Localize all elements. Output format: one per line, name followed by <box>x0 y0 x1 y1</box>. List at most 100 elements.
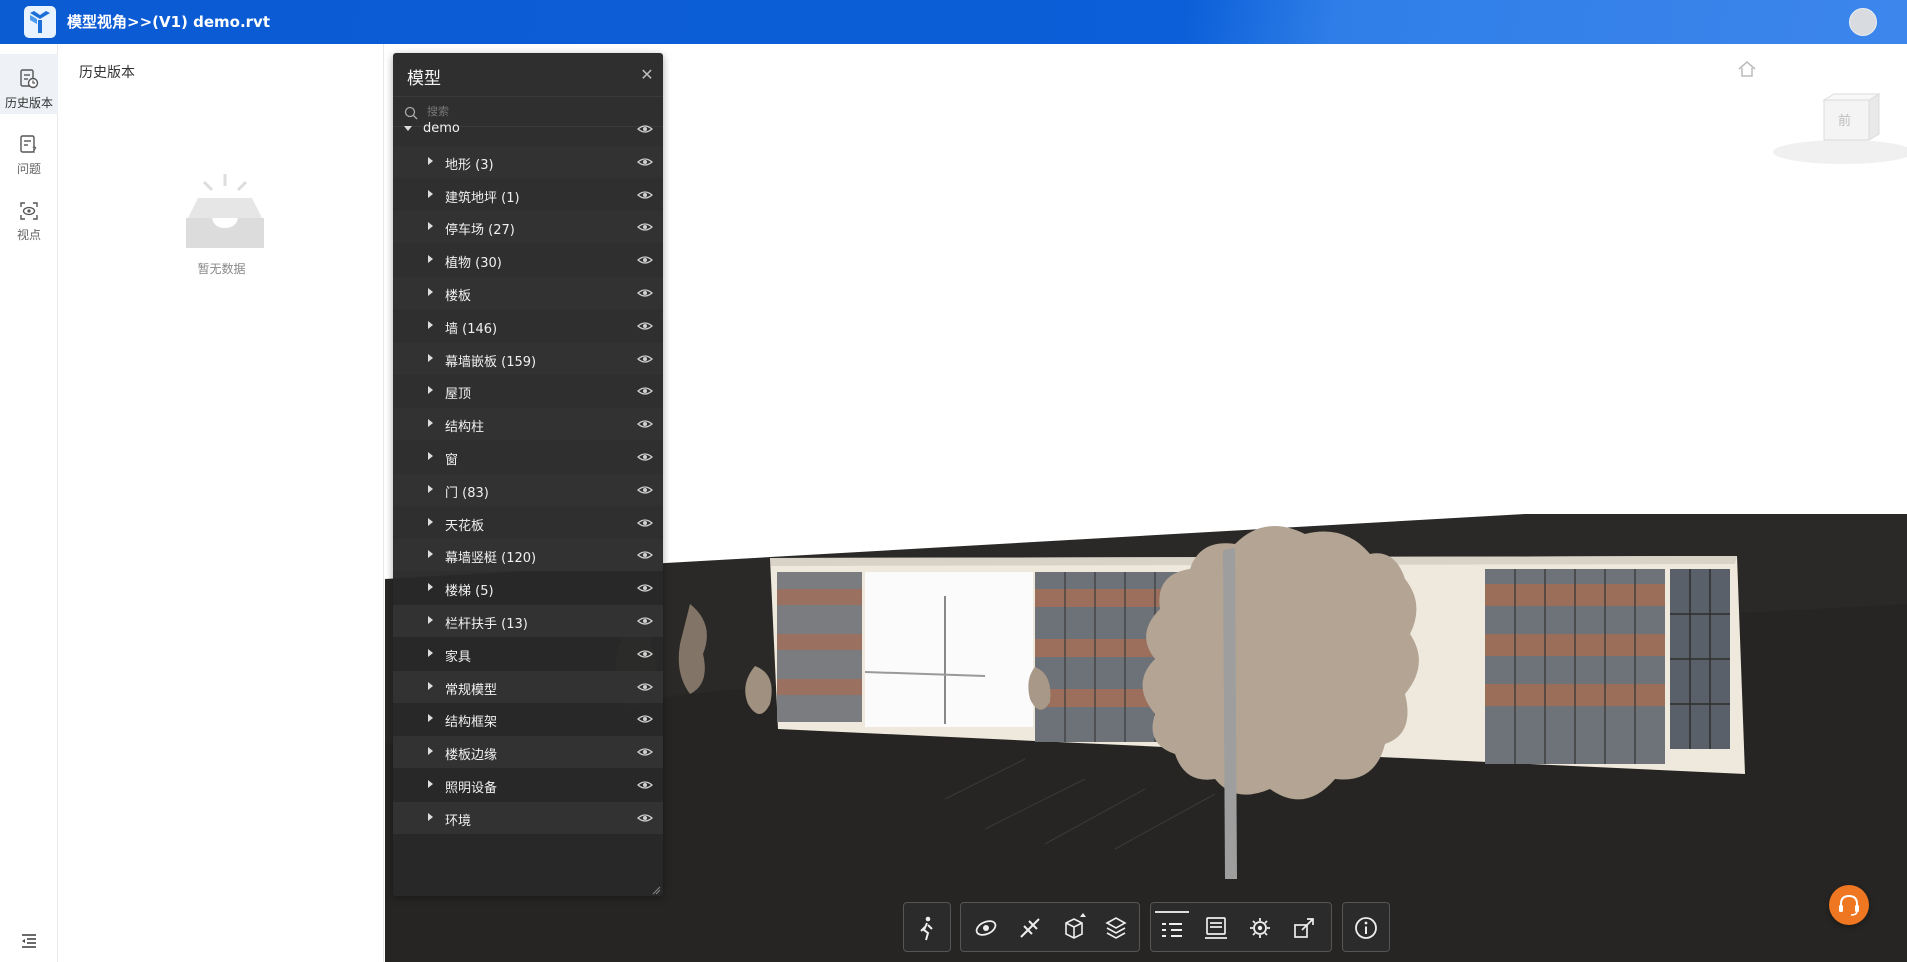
caret-right-icon[interactable] <box>425 287 435 297</box>
caret-right-icon[interactable] <box>425 484 435 494</box>
caret-right-icon[interactable] <box>425 779 435 789</box>
eye-icon[interactable] <box>637 452 653 462</box>
toolbar-group-info <box>1342 902 1390 952</box>
caret-right-icon[interactable] <box>425 615 435 625</box>
eye-icon[interactable] <box>637 124 653 134</box>
walk-button[interactable] <box>910 911 944 945</box>
eye-icon[interactable] <box>637 583 653 593</box>
tree-node[interactable]: 屋顶 <box>393 375 663 407</box>
eye-icon[interactable] <box>637 813 653 823</box>
tree-node[interactable]: 建筑地坪 (1) <box>393 179 663 211</box>
tree-node[interactable]: 常规模型 <box>393 670 663 703</box>
caret-right-icon[interactable] <box>425 418 435 428</box>
home-icon[interactable] <box>1737 60 1757 78</box>
rail-item-history[interactable]: 历史版本 <box>0 54 58 114</box>
section-box-button[interactable] <box>1057 911 1091 945</box>
rail-item-viewpoints[interactable]: 视点 <box>0 186 58 246</box>
caret-right-icon[interactable] <box>425 713 435 723</box>
tree-node-label: 幕墙嵌板 (159) <box>445 354 537 370</box>
caret-right-icon[interactable] <box>425 517 435 527</box>
tree-node-label: 地形 (3) <box>445 157 494 173</box>
resize-handle-icon[interactable] <box>651 885 661 895</box>
eye-icon[interactable] <box>637 550 653 560</box>
collapse-menu-icon[interactable] <box>18 930 40 952</box>
eye-icon[interactable] <box>637 419 653 429</box>
tree-node[interactable]: 窗 <box>393 441 663 473</box>
eye-icon[interactable] <box>637 321 653 331</box>
fullscreen-button[interactable] <box>1287 911 1321 945</box>
rail-item-issues[interactable]: ? 问题 <box>0 120 58 180</box>
model-tree-title: 模型 <box>407 69 441 89</box>
tree-node-label: 窗 <box>445 453 459 468</box>
tree-node[interactable]: 停车场 (27) <box>393 211 663 244</box>
tree-node[interactable]: 楼板边缘 <box>393 736 663 769</box>
eye-icon[interactable] <box>637 747 653 757</box>
info-button[interactable] <box>1349 911 1383 945</box>
tree-node[interactable]: 结构柱 <box>393 408 663 441</box>
eye-icon[interactable] <box>637 649 653 659</box>
eye-icon[interactable] <box>637 518 653 528</box>
app-header: 模型视角>>(V1) demo.rvt <box>0 0 1907 44</box>
eye-icon[interactable] <box>637 354 653 364</box>
tree-node[interactable]: 地形 (3) <box>393 145 663 178</box>
caret-right-icon[interactable] <box>425 582 435 592</box>
eye-icon[interactable] <box>637 682 653 692</box>
tree-node[interactable]: 植物 (30) <box>393 244 663 276</box>
settings-button[interactable] <box>1243 911 1277 945</box>
tree-root-demo[interactable]: demo <box>393 113 663 145</box>
caret-right-icon[interactable] <box>425 385 435 395</box>
tree-node[interactable]: 环境 <box>393 801 663 834</box>
tree-node[interactable]: 结构框架 <box>393 703 663 735</box>
eye-icon[interactable] <box>637 714 653 724</box>
caret-down-icon[interactable] <box>403 123 413 133</box>
tree-node[interactable]: 楼板 <box>393 277 663 309</box>
tree-node-label: 幕墙竖梃 (120) <box>445 551 537 567</box>
caret-right-icon[interactable] <box>425 320 435 330</box>
caret-right-icon[interactable] <box>425 353 435 363</box>
eye-icon[interactable] <box>637 780 653 790</box>
tree-node[interactable]: 幕墙竖梃 (120) <box>393 539 663 572</box>
caret-right-icon[interactable] <box>425 648 435 658</box>
tree-node[interactable]: 楼梯 (5) <box>393 572 663 604</box>
rail-item-label: 历史版本 <box>4 96 53 110</box>
user-avatar[interactable] <box>1849 8 1877 36</box>
eye-icon[interactable] <box>637 222 653 232</box>
tree-node[interactable]: 家具 <box>393 638 663 670</box>
eye-icon[interactable] <box>637 288 653 298</box>
nav-cube[interactable]: 前 <box>1769 80 1907 175</box>
tree-node[interactable]: 栏杆扶手 (13) <box>393 605 663 637</box>
caret-right-icon[interactable] <box>425 746 435 756</box>
properties-icon <box>1205 917 1227 939</box>
measure-button[interactable] <box>1013 911 1047 945</box>
tree-node[interactable]: 墙 (146) <box>393 310 663 342</box>
caret-right-icon[interactable] <box>425 254 435 264</box>
tree-node[interactable]: 门 (83) <box>393 473 663 506</box>
caret-right-icon[interactable] <box>425 156 435 166</box>
caret-right-icon[interactable] <box>425 549 435 559</box>
eye-icon[interactable] <box>637 386 653 396</box>
tree-node[interactable]: 照明设备 <box>393 769 663 801</box>
eye-icon[interactable] <box>637 157 653 167</box>
model-tree-button[interactable] <box>1155 911 1189 945</box>
eye-icon[interactable] <box>637 190 653 200</box>
app-logo-icon[interactable] <box>24 6 56 38</box>
eye-icon[interactable] <box>637 485 653 495</box>
tree-node[interactable]: 天花板 <box>393 507 663 539</box>
viewpoint-icon <box>20 202 38 220</box>
tree-node-label: 天花板 <box>445 518 485 534</box>
tree-node-label: 楼板边缘 <box>445 748 498 764</box>
orbit-button[interactable] <box>969 911 1003 945</box>
tree-node[interactable]: 幕墙嵌板 (159) <box>393 342 663 375</box>
caret-right-icon[interactable] <box>425 812 435 822</box>
eye-icon[interactable] <box>637 616 653 626</box>
properties-button[interactable] <box>1199 911 1233 945</box>
caret-right-icon[interactable] <box>425 189 435 199</box>
close-icon[interactable]: ✕ <box>637 65 657 85</box>
eye-icon[interactable] <box>637 255 653 265</box>
layers-button[interactable] <box>1099 911 1133 945</box>
empty-inbox-icon <box>186 174 264 248</box>
caret-right-icon[interactable] <box>425 451 435 461</box>
caret-right-icon[interactable] <box>425 681 435 691</box>
support-button[interactable] <box>1829 885 1869 925</box>
caret-right-icon[interactable] <box>425 221 435 231</box>
